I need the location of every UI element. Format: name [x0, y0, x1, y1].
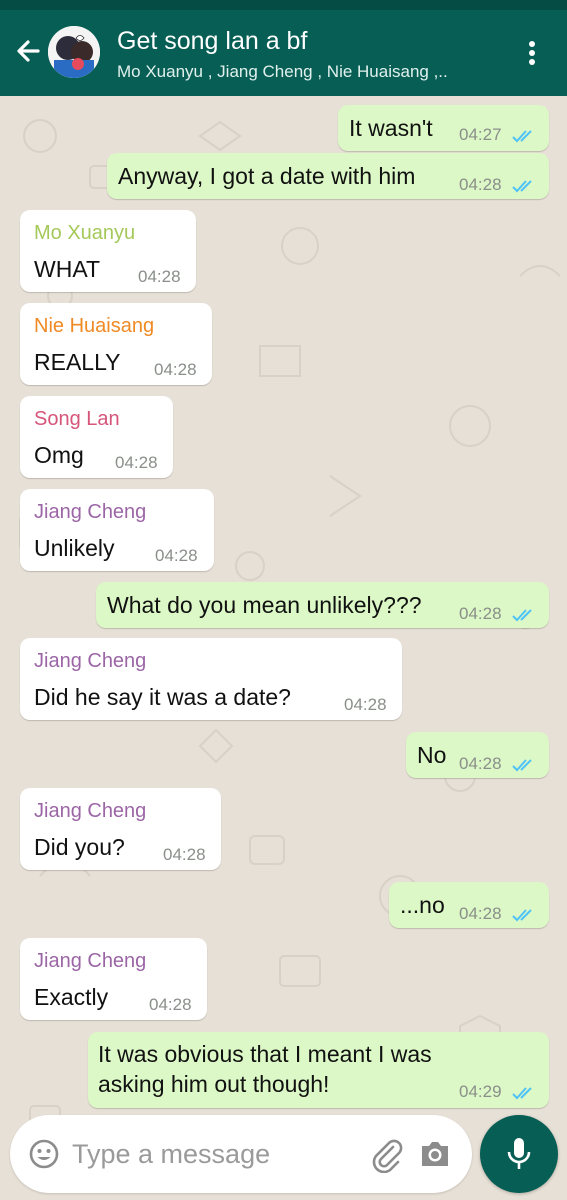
message-text: It wasn't: [349, 115, 433, 141]
message-text-line-2: asking him out though!: [98, 1071, 330, 1097]
message-incoming[interactable]: Jiang Cheng Did you? 04:28: [20, 788, 221, 870]
message-time: 04:28: [154, 360, 197, 379]
message-composer: [10, 1115, 472, 1193]
message-incoming[interactable]: Mo Xuanyu WHAT 04:28: [20, 210, 196, 292]
chat-title[interactable]: Get song lan a bf: [117, 26, 507, 56]
double-check-icon: [512, 180, 532, 193]
camera-icon: [422, 1142, 448, 1166]
message-text-line-1: It was obvious that I meant I was: [98, 1041, 432, 1067]
double-check-icon: [512, 909, 532, 922]
message-time: 04:28: [155, 546, 198, 565]
message-outgoing[interactable]: Anyway, I got a date with him 04:28: [107, 153, 549, 199]
chat-participants[interactable]: Mo Xuanyu , Jiang Cheng , Nie Huaisang ,…: [117, 60, 507, 84]
status-bar: [0, 0, 567, 10]
menu-button[interactable]: [518, 38, 546, 68]
message-outgoing[interactable]: No 04:28: [406, 732, 549, 778]
arrow-left-icon: [17, 40, 40, 62]
message-outgoing[interactable]: It wasn't 04:27: [338, 105, 549, 151]
sender-name[interactable]: Song Lan: [34, 406, 120, 432]
double-check-icon: [512, 759, 532, 772]
emoji-button[interactable]: [28, 1138, 60, 1170]
message-text: ...no: [400, 892, 445, 918]
message-text: Did you?: [34, 834, 125, 860]
paperclip-icon: [372, 1139, 403, 1174]
double-check-icon: [512, 609, 532, 622]
sender-name[interactable]: Jiang Cheng: [34, 499, 146, 525]
chat-header: Get song lan a bf Mo Xuanyu , Jiang Chen…: [0, 10, 567, 96]
message-time: 04:28: [115, 453, 158, 472]
message-time: 04:29: [459, 1082, 502, 1101]
more-vert-icon: [529, 41, 535, 65]
message-text: Omg: [34, 442, 84, 468]
message-time: 04:27: [459, 125, 502, 144]
sender-name[interactable]: Jiang Cheng: [34, 648, 146, 674]
double-check-icon: [512, 1087, 532, 1100]
mic-icon: [507, 1138, 531, 1169]
message-outgoing[interactable]: ...no 04:28: [389, 882, 549, 928]
message-text: Did he say it was a date?: [34, 684, 291, 710]
group-avatar[interactable]: [48, 26, 100, 78]
message-text: Anyway, I got a date with him: [118, 163, 416, 189]
message-time: 04:28: [459, 175, 502, 194]
message-text: WHAT: [34, 256, 101, 282]
group-avatar-image: [48, 26, 100, 78]
message-incoming[interactable]: Jiang Cheng Exactly 04:28: [20, 938, 207, 1020]
message-time: 04:28: [459, 604, 502, 623]
message-text: REALLY: [34, 349, 121, 375]
message-outgoing[interactable]: It was obvious that I meant I was asking…: [88, 1032, 549, 1108]
message-text: No: [417, 742, 447, 768]
message-outgoing[interactable]: What do you mean unlikely??? 04:28: [96, 582, 549, 628]
message-time: 04:28: [149, 995, 192, 1014]
back-button[interactable]: [8, 32, 48, 72]
message-time: 04:28: [163, 845, 206, 864]
message-time: 04:28: [459, 754, 502, 773]
message-time: 04:28: [344, 695, 387, 714]
sender-name[interactable]: Jiang Cheng: [34, 798, 146, 824]
message-text: Exactly: [34, 984, 109, 1010]
emoji-icon: [29, 1139, 59, 1169]
message-incoming[interactable]: Song Lan Omg 04:28: [20, 396, 173, 478]
double-check-icon: [512, 130, 532, 143]
attach-button[interactable]: [368, 1135, 404, 1174]
message-text: Unlikely: [34, 535, 115, 561]
sender-name[interactable]: Nie Huaisang: [34, 313, 154, 339]
message-time: 04:28: [138, 267, 181, 286]
message-incoming[interactable]: Jiang Cheng Unlikely 04:28: [20, 489, 214, 571]
message-input[interactable]: [72, 1133, 362, 1175]
message-time: 04:28: [459, 904, 502, 923]
voice-record-button[interactable]: [480, 1115, 558, 1193]
message-text: What do you mean unlikely???: [107, 592, 422, 618]
message-incoming[interactable]: Jiang Cheng Did he say it was a date? 04…: [20, 638, 402, 720]
camera-button[interactable]: [418, 1137, 452, 1171]
message-incoming[interactable]: Nie Huaisang REALLY 04:28: [20, 303, 212, 385]
sender-name[interactable]: Jiang Cheng: [34, 948, 146, 974]
sender-name[interactable]: Mo Xuanyu: [34, 220, 135, 246]
